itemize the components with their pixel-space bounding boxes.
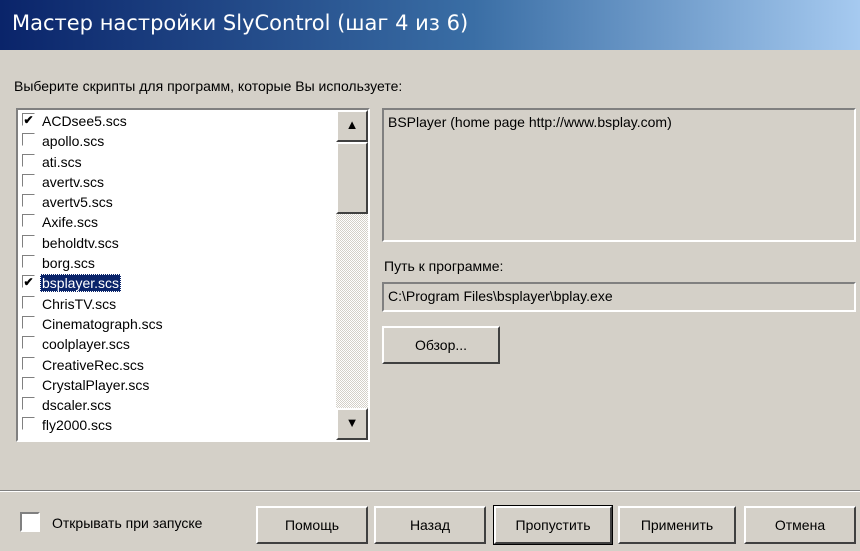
down-arrow-icon: ▼: [345, 415, 359, 430]
script-checkbox[interactable]: [22, 376, 35, 390]
script-label: ati.scs: [42, 153, 82, 170]
startup-checkbox-label[interactable]: Открывать при запуске: [52, 515, 202, 531]
window-title: Мастер настройки SlyControl (шаг 4 из 6): [12, 11, 469, 35]
script-checkbox[interactable]: [22, 356, 35, 370]
script-label: Cinematograph.scs: [42, 315, 163, 332]
scroll-up-button[interactable]: ▲: [336, 110, 368, 142]
script-item[interactable]: ati.scs: [20, 153, 332, 173]
script-label: CreativeRec.scs: [42, 356, 144, 373]
script-item[interactable]: avertv5.scs: [20, 193, 332, 213]
script-checkbox[interactable]: [22, 133, 35, 147]
title-bar: Мастер настройки SlyControl (шаг 4 из 6): [0, 0, 860, 50]
startup-checkbox[interactable]: [20, 512, 40, 532]
script-item[interactable]: apollo.scs: [20, 132, 332, 152]
script-label: borg.scs: [42, 255, 95, 272]
checkmark-icon: ✔: [23, 113, 34, 127]
script-label: beholdtv.scs: [42, 234, 119, 251]
script-checkbox[interactable]: [22, 153, 35, 167]
script-checkbox[interactable]: [22, 214, 35, 228]
script-checkbox[interactable]: [22, 194, 35, 208]
script-checkbox[interactable]: [22, 295, 35, 309]
program-path-field[interactable]: C:\Program Files\bsplayer\bplay.exe: [382, 282, 856, 312]
script-label: avertv5.scs: [42, 194, 113, 211]
script-label: fly2000.scs: [42, 417, 113, 434]
script-label: Axife.scs: [42, 214, 99, 231]
script-item[interactable]: Axife.scs: [20, 213, 332, 233]
script-checkbox[interactable]: [22, 234, 35, 248]
script-checkbox[interactable]: ✔: [22, 113, 35, 126]
script-label: dscaler.scs: [42, 397, 112, 414]
up-arrow-icon: ▲: [345, 117, 359, 132]
scroll-down-button[interactable]: ▼: [336, 408, 368, 440]
script-item[interactable]: ✔ ACDsee5.scs: [20, 112, 332, 132]
cancel-button[interactable]: Отмена: [744, 506, 856, 544]
skip-button[interactable]: Пропустить: [493, 505, 613, 545]
script-label: ACDsee5.scs: [42, 113, 127, 129]
footer-separator: [0, 490, 860, 492]
script-item[interactable]: dscaler.scs: [20, 396, 332, 416]
script-item[interactable]: borg.scs: [20, 254, 332, 274]
script-item[interactable]: avertv.scs: [20, 173, 332, 193]
path-label: Путь к программе:: [384, 258, 504, 274]
script-item[interactable]: Cinematograph.scs: [20, 315, 332, 335]
script-label: bsplayer.scs: [40, 274, 122, 293]
description-box: BSPlayer (home page http://www.bsplay.co…: [382, 108, 856, 242]
script-label: CrystalPlayer.scs: [42, 376, 150, 393]
script-label: apollo.scs: [42, 133, 105, 150]
script-label: coolplayer.scs: [42, 336, 130, 353]
script-checkbox[interactable]: [22, 397, 35, 411]
script-checkbox[interactable]: [22, 417, 35, 431]
list-scrollbar[interactable]: ▲ ▼: [336, 110, 368, 440]
script-checkbox[interactable]: ✔: [22, 275, 35, 290]
script-checkbox[interactable]: [22, 315, 35, 329]
script-item[interactable]: beholdtv.scs: [20, 234, 332, 254]
checkmark-icon: ✔: [23, 275, 34, 290]
browse-button[interactable]: Обзор...: [382, 326, 500, 364]
script-item[interactable]: fly2000.scs: [20, 416, 332, 436]
apply-button[interactable]: Применить: [618, 506, 736, 544]
instruction-label: Выберите скрипты для программ, которые В…: [14, 78, 403, 94]
script-item[interactable]: ✔ bsplayer.scs: [20, 274, 332, 294]
script-checkbox[interactable]: [22, 336, 35, 350]
help-button[interactable]: Помощь: [256, 506, 368, 544]
script-item[interactable]: coolplayer.scs: [20, 335, 332, 355]
scripts-list: ✔ ACDsee5.scs apollo.scs ati.scs avertv.scs a…: [20, 112, 332, 437]
script-item[interactable]: CrystalPlayer.scs: [20, 376, 332, 396]
script-label: avertv.scs: [42, 173, 104, 190]
scripts-listbox[interactable]: ✔ ACDsee5.scs apollo.scs ati.scs avertv.scs a…: [16, 108, 370, 442]
back-button[interactable]: Назад: [374, 506, 486, 544]
back-button-label: Назад: [409, 517, 451, 533]
scroll-thumb[interactable]: [336, 142, 368, 214]
script-item[interactable]: ChrisTV.scs: [20, 295, 332, 315]
script-item[interactable]: CreativeRec.scs: [20, 356, 332, 376]
script-label: ChrisTV.scs: [42, 295, 117, 312]
script-checkbox[interactable]: [22, 173, 35, 187]
script-checkbox[interactable]: [22, 255, 35, 269]
